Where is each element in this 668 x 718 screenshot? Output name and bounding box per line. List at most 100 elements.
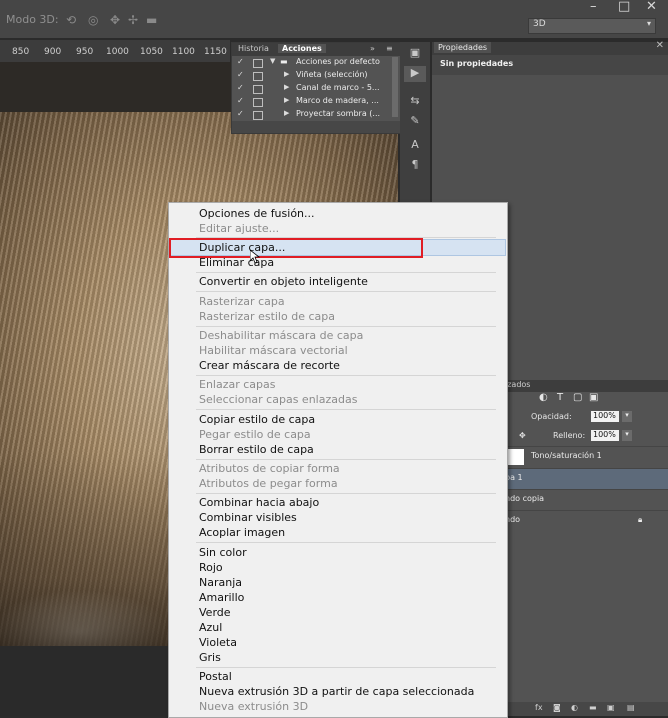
check-icon[interactable]: ✓: [237, 109, 244, 118]
scale-3d-icon[interactable]: ▬: [146, 13, 157, 27]
mode-3d-label: Modo 3D:: [6, 13, 59, 26]
window-controls: – □ ✕: [582, 0, 668, 16]
close-button[interactable]: ✕: [646, 0, 657, 14]
expand-triangle-icon[interactable]: ▶: [284, 109, 289, 117]
menu-item-green[interactable]: Verde: [199, 606, 231, 619]
expand-triangle-icon[interactable]: ▶: [284, 83, 289, 91]
properties-empty-label: Sin propiedades: [440, 59, 514, 68]
collapse-icon[interactable]: »: [366, 44, 379, 53]
menu-item-violet[interactable]: Violeta: [199, 636, 237, 649]
layer-row[interactable]: ndo 🔒︎: [505, 510, 668, 532]
fx-button[interactable]: fx: [535, 703, 543, 712]
action-row[interactable]: ✓ ▼ ▬ Acciones por defecto: [232, 57, 390, 70]
rotate-3d-icon[interactable]: ⟲: [66, 13, 76, 27]
chevron-down-icon[interactable]: ▾: [622, 430, 632, 441]
mouse-cursor-icon: [250, 250, 260, 264]
new-adjustment-icon[interactable]: ◐: [571, 703, 578, 712]
delete-layer-icon[interactable]: ▤: [627, 703, 635, 712]
menu-item-merge-visible[interactable]: Combinar visibles: [199, 511, 297, 524]
menu-item-orange[interactable]: Naranja: [199, 576, 242, 589]
chevron-down-icon: ▾: [646, 19, 651, 28]
action-label: Marco de madera, ...: [296, 96, 379, 105]
dialog-toggle-icon[interactable]: [253, 72, 263, 81]
layer-row[interactable]: Tono/saturación 1: [505, 446, 668, 468]
dialog-toggle-icon[interactable]: [253, 85, 263, 94]
shape-filter-icon[interactable]: ▢: [573, 392, 582, 403]
menu-item-create-clipping-mask[interactable]: Crear máscara de recorte: [199, 359, 340, 372]
panel-menu-icon[interactable]: ≡: [382, 44, 397, 53]
adjustments-panel-icon[interactable]: ⇆: [404, 94, 426, 110]
menu-item-clear-layer-style[interactable]: Borrar estilo de capa: [199, 443, 314, 456]
menu-item-gray[interactable]: Gris: [199, 651, 221, 664]
menu-separator: [196, 291, 496, 292]
close-icon[interactable]: ✕: [656, 40, 664, 51]
fill-field[interactable]: 100%: [591, 430, 619, 441]
brush-panel-icon[interactable]: ✎: [404, 114, 426, 130]
ruler-tick: 850: [12, 47, 30, 57]
new-layer-icon[interactable]: ▣: [607, 703, 615, 712]
new-group-icon[interactable]: ▬: [589, 703, 597, 712]
menu-item-blending-options[interactable]: Opciones de fusión...: [199, 207, 315, 220]
layer-row[interactable]: ndo copia: [505, 489, 668, 511]
menu-item-disable-layer-mask: Deshabilitar máscara de capa: [199, 329, 364, 342]
type-filter-icon[interactable]: T: [557, 392, 563, 403]
menu-item-flatten-image[interactable]: Acoplar imagen: [199, 526, 285, 539]
check-icon[interactable]: ✓: [237, 96, 244, 105]
menu-item-paste-shape-attributes: Atributos de pegar forma: [199, 477, 338, 490]
ruler-tick: 950: [76, 47, 94, 57]
menu-item-copy-layer-style[interactable]: Copiar estilo de capa: [199, 413, 315, 426]
folder-icon: ▬: [280, 57, 288, 66]
menu-item-yellow[interactable]: Amarillo: [199, 591, 244, 604]
history-panel-icon[interactable]: ▣: [404, 46, 426, 62]
highlight-annotation-box: [169, 238, 423, 258]
menu-item-rasterize-layer: Rasterizar capa: [199, 295, 285, 308]
drag-3d-icon[interactable]: ✥: [110, 13, 120, 27]
menu-item-red[interactable]: Rojo: [199, 561, 223, 574]
lock-position-icon[interactable]: ✥: [519, 431, 526, 440]
expand-triangle-icon[interactable]: ▶: [284, 70, 289, 78]
tab-properties[interactable]: Propiedades: [434, 42, 492, 53]
minimize-button[interactable]: –: [590, 0, 597, 14]
dialog-toggle-icon[interactable]: [253, 59, 263, 68]
tab-history[interactable]: Historia: [234, 44, 273, 53]
layers-tab-partial[interactable]: izados: [505, 380, 530, 389]
action-row[interactable]: ✓ ▶ Viñeta (selección): [232, 70, 390, 83]
action-label: Acciones por defecto: [296, 57, 380, 66]
actions-scrollbar[interactable]: [392, 57, 398, 117]
check-icon[interactable]: ✓: [237, 57, 244, 66]
layer-context-menu: Opciones de fusión... Editar ajuste... D…: [168, 202, 508, 718]
layer-row-selected[interactable]: pa 1: [505, 468, 668, 490]
smart-object-filter-icon[interactable]: ▣: [589, 392, 598, 403]
actions-panel-icon[interactable]: ▶: [404, 66, 426, 82]
menu-item-blue[interactable]: Azul: [199, 621, 222, 634]
menu-item-no-color[interactable]: Sin color: [199, 546, 247, 559]
action-row[interactable]: ✓ ▶ Marco de madera, ...: [232, 96, 390, 109]
check-icon[interactable]: ✓: [237, 70, 244, 79]
tab-actions[interactable]: Acciones: [278, 44, 326, 53]
actions-panel: Historia Acciones » ≡ ✓ ▼ ▬ Acciones por…: [231, 42, 401, 134]
menu-item-select-linked-layers: Seleccionar capas enlazadas: [199, 393, 358, 406]
expand-triangle-icon[interactable]: ▶: [284, 96, 289, 104]
character-panel-icon[interactable]: A: [404, 138, 426, 154]
menu-item-new-3d-extrusion-from-layer[interactable]: Nueva extrusión 3D a partir de capa sele…: [199, 685, 474, 698]
check-icon[interactable]: ✓: [237, 83, 244, 92]
slide-3d-icon[interactable]: ✢: [128, 13, 138, 27]
chevron-down-icon[interactable]: ▾: [622, 411, 632, 422]
menu-item-rasterize-style: Rasterizar estilo de capa: [199, 310, 335, 323]
menu-item-postcard[interactable]: Postal: [199, 670, 232, 683]
roll-3d-icon[interactable]: ◎: [88, 13, 98, 27]
workspace-select-value: 3D: [533, 19, 546, 29]
paragraph-panel-icon[interactable]: ¶: [404, 158, 426, 174]
opacity-field[interactable]: 100%: [591, 411, 619, 422]
add-mask-icon[interactable]: ◙: [553, 703, 561, 712]
workspace-select[interactable]: 3D ▾: [528, 18, 656, 34]
menu-separator: [196, 493, 496, 494]
menu-item-convert-smart-object[interactable]: Convertir en objeto inteligente: [199, 275, 368, 288]
dialog-toggle-icon[interactable]: [253, 98, 263, 107]
expand-triangle-icon[interactable]: ▼: [270, 57, 275, 65]
action-row[interactable]: ✓ ▶ Canal de marco - 5...: [232, 83, 390, 96]
menu-item-merge-down[interactable]: Combinar hacia abajo: [199, 496, 319, 509]
dialog-toggle-icon[interactable]: [253, 111, 263, 120]
maximize-button[interactable]: □: [618, 0, 630, 14]
layer-type-filter-icon[interactable]: ◐: [539, 392, 548, 403]
